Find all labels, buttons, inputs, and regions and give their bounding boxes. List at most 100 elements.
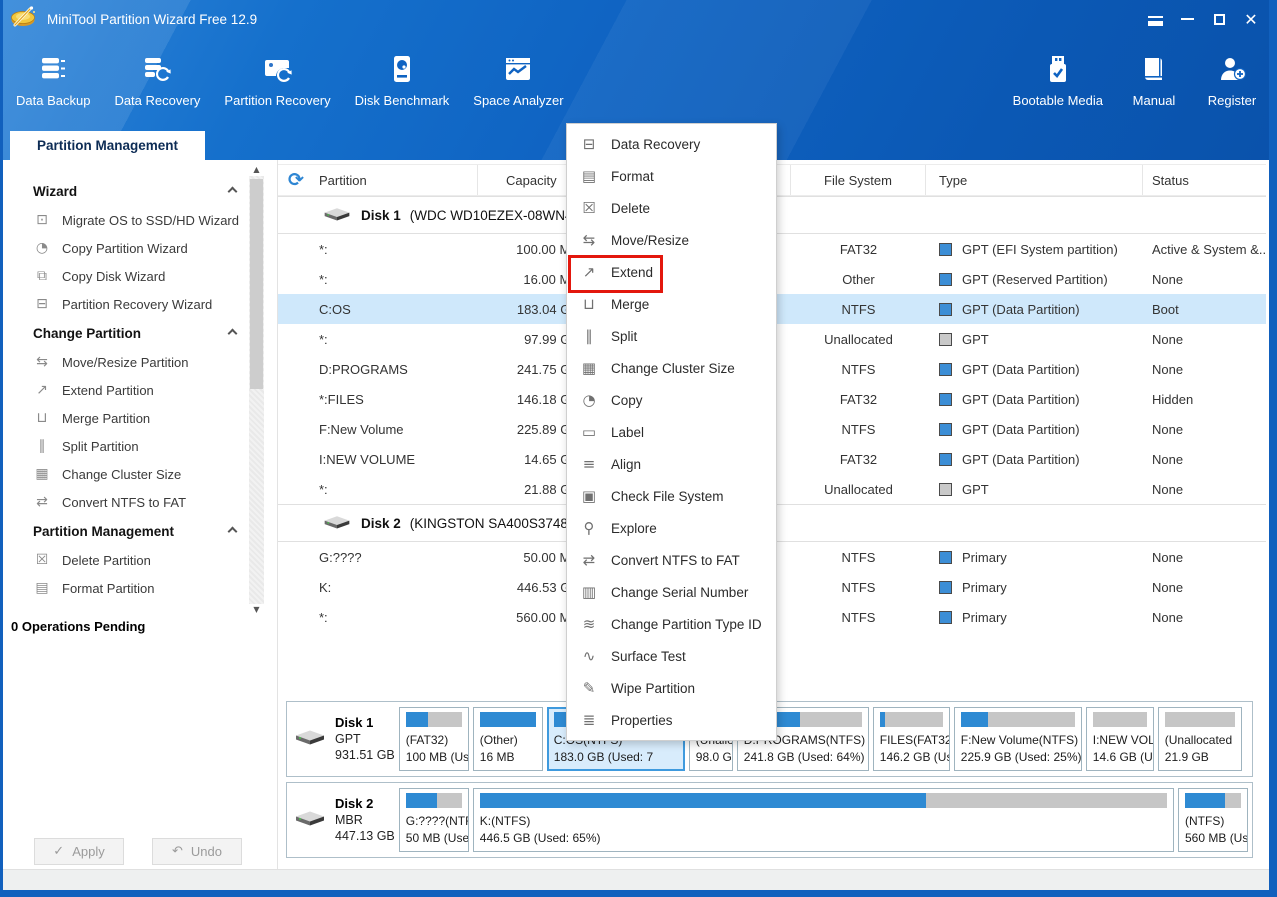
- partition-block[interactable]: FILES(FAT32) 146.2 GB (Use: [873, 707, 950, 771]
- cell-type-label: GPT (Data Partition): [962, 302, 1080, 317]
- context-menu-item[interactable]: ∿ Surface Test: [567, 640, 776, 672]
- partition-block-detail: 560 MB (Us: [1185, 830, 1241, 847]
- space-analyzer-icon: [503, 54, 533, 84]
- minimize-icon[interactable]: [1171, 6, 1203, 32]
- partition-block[interactable]: I:NEW VOLU 14.6 GB (Us: [1086, 707, 1154, 771]
- sidebar-item[interactable]: ◔ Copy Partition Wizard: [33, 234, 277, 262]
- partition-block-label: G:????(NTFS: [406, 813, 462, 830]
- sidebar-section-header[interactable]: Partition Management: [33, 516, 277, 546]
- context-menu-item[interactable]: ≣ Properties: [567, 704, 776, 736]
- disk-map-info[interactable]: Disk 2 MBR 447.13 GB: [287, 783, 395, 857]
- sidebar-item[interactable]: ☒ Delete Partition: [33, 546, 277, 574]
- sidebar-item[interactable]: ⊡ Migrate OS to SSD/HD Wizard: [33, 206, 277, 234]
- column-header-status[interactable]: Status: [1143, 165, 1266, 195]
- context-menu-item[interactable]: ⊔ Merge: [567, 288, 776, 320]
- sidebar-section-header[interactable]: Wizard: [33, 176, 277, 206]
- sidebar-item[interactable]: ∥ Split Partition: [33, 432, 277, 460]
- sidebar-section: Change Partition ⇆ Move/Resize Partition…: [33, 318, 277, 516]
- usage-bar: [480, 712, 536, 727]
- column-header-partition[interactable]: Partition: [278, 165, 478, 195]
- toolbar-item-disk-benchmark[interactable]: Disk Benchmark: [343, 54, 462, 108]
- partition-block[interactable]: (NTFS) 560 MB (Us: [1178, 788, 1248, 852]
- partition-block-label: (Other): [480, 732, 536, 749]
- cell-type: GPT (Data Partition): [926, 392, 1143, 407]
- cell-type: GPT (EFI System partition): [926, 242, 1143, 257]
- refresh-icon[interactable]: ⟳: [288, 169, 304, 191]
- partition-type-swatch: [939, 393, 952, 406]
- sidebar-scrollbar[interactable]: ▲ ▼: [249, 166, 264, 614]
- partition-block[interactable]: F:New Volume(NTFS) 225.9 GB (Used: 25%): [954, 707, 1082, 771]
- cell-file-system: NTFS: [791, 362, 926, 377]
- sidebar-item[interactable]: ⊟ Partition Recovery Wizard: [33, 290, 277, 318]
- context-menu-item-label: Label: [611, 425, 644, 440]
- disk-map-info[interactable]: Disk 1 GPT 931.51 GB: [287, 702, 395, 776]
- partition-block[interactable]: (FAT32) 100 MB (Us: [399, 707, 469, 771]
- context-menu-item[interactable]: ↗ Extend: [567, 256, 776, 288]
- sidebar-item[interactable]: ⊔ Merge Partition: [33, 404, 277, 432]
- cell-status: None: [1143, 452, 1266, 467]
- sidebar-item[interactable]: ↗ Extend Partition: [33, 376, 277, 404]
- sidebar-item[interactable]: ⇄ Convert NTFS to FAT: [33, 488, 277, 516]
- context-menu-item-icon: ∥: [580, 327, 598, 345]
- context-menu-item-label: Explore: [611, 521, 657, 536]
- undo-button[interactable]: ↶ Undo: [152, 838, 242, 865]
- sidebar-item-icon: ⊔: [33, 410, 51, 426]
- partition-block[interactable]: (Unallocated 21.9 GB: [1158, 707, 1242, 771]
- context-menu-item[interactable]: ☒ Delete: [567, 192, 776, 224]
- menu-icon[interactable]: [1139, 6, 1171, 32]
- toolbar-item-data-backup[interactable]: Data Backup: [4, 54, 102, 108]
- sidebar-item[interactable]: ▤ Format Partition: [33, 574, 277, 602]
- context-menu-item[interactable]: ≡ Align: [567, 448, 776, 480]
- context-menu-item[interactable]: ⇄ Convert NTFS to FAT: [567, 544, 776, 576]
- context-menu-item[interactable]: ⚲ Explore: [567, 512, 776, 544]
- column-header-type[interactable]: Type: [926, 165, 1143, 195]
- context-menu-item[interactable]: ⊟ Data Recovery: [567, 128, 776, 160]
- sidebar-item-label: Copy Partition Wizard: [62, 241, 188, 256]
- sidebar-item-label: Split Partition: [62, 439, 139, 454]
- context-menu-item[interactable]: ▥ Change Serial Number: [567, 576, 776, 608]
- disk-icon: [293, 727, 327, 751]
- sidebar-item[interactable]: ▦ Change Cluster Size: [33, 460, 277, 488]
- cell-file-system: Unallocated: [791, 332, 926, 347]
- sidebar-item-label: Partition Recovery Wizard: [62, 297, 212, 312]
- context-menu-item[interactable]: ▭ Label: [567, 416, 776, 448]
- context-menu-item-label: Extend: [611, 265, 653, 280]
- toolbar-item-data-recovery[interactable]: Data Recovery: [102, 54, 212, 108]
- context-menu-item[interactable]: ◔ Copy: [567, 384, 776, 416]
- partition-block[interactable]: K:(NTFS) 446.5 GB (Used: 65%): [473, 788, 1174, 852]
- context-menu-item[interactable]: ▤ Format: [567, 160, 776, 192]
- context-menu-item[interactable]: ⇆ Move/Resize: [567, 224, 776, 256]
- cell-status: None: [1143, 580, 1266, 595]
- context-menu-item[interactable]: ▦ Change Cluster Size: [567, 352, 776, 384]
- context-menu-item[interactable]: ✎ Wipe Partition: [567, 672, 776, 704]
- toolbar-item-partition-recovery[interactable]: Partition Recovery: [212, 54, 342, 108]
- context-menu-item[interactable]: ▣ Check File System: [567, 480, 776, 512]
- toolbar-item-manual[interactable]: Manual: [1115, 54, 1193, 108]
- usage-bar-fill: [880, 712, 886, 727]
- apply-button[interactable]: ✓ Apply: [34, 838, 124, 865]
- context-menu-item-icon: ⇆: [580, 231, 598, 249]
- column-header-file-system[interactable]: File System: [791, 165, 926, 195]
- partition-block[interactable]: G:????(NTFS 50 MB (Use: [399, 788, 469, 852]
- scrollbar-thumb[interactable]: [250, 179, 263, 389]
- partition-block-detail: 446.5 GB (Used: 65%): [480, 830, 1167, 847]
- sidebar-item[interactable]: ⇆ Move/Resize Partition: [33, 348, 277, 376]
- context-menu-item[interactable]: ≋ Change Partition Type ID: [567, 608, 776, 640]
- partition-block[interactable]: (Other) 16 MB: [473, 707, 543, 771]
- toolbar-item-label: Data Recovery: [114, 93, 200, 108]
- toolbar-item-space-analyzer[interactable]: Space Analyzer: [461, 54, 575, 108]
- toolbar-item-register[interactable]: Register: [1193, 54, 1271, 108]
- sidebar-section-header[interactable]: Change Partition: [33, 318, 277, 348]
- cell-type-label: Primary: [962, 550, 1007, 565]
- scroll-down-icon[interactable]: ▼: [249, 604, 264, 616]
- partition-block-detail: 50 MB (Use: [406, 830, 462, 847]
- sidebar-section-title: Change Partition: [33, 326, 141, 341]
- scroll-up-icon[interactable]: ▲: [249, 164, 264, 176]
- sidebar-item[interactable]: ⧉ Copy Disk Wizard: [33, 262, 277, 290]
- close-icon[interactable]: ✕: [1235, 6, 1267, 32]
- tab-partition-management[interactable]: Partition Management: [10, 131, 205, 160]
- toolbar-item-bootable-media[interactable]: Bootable Media: [1001, 54, 1115, 108]
- partition-block-detail: 14.6 GB (Us: [1093, 749, 1147, 766]
- context-menu-item[interactable]: ∥ Split: [567, 320, 776, 352]
- maximize-icon[interactable]: [1203, 6, 1235, 32]
